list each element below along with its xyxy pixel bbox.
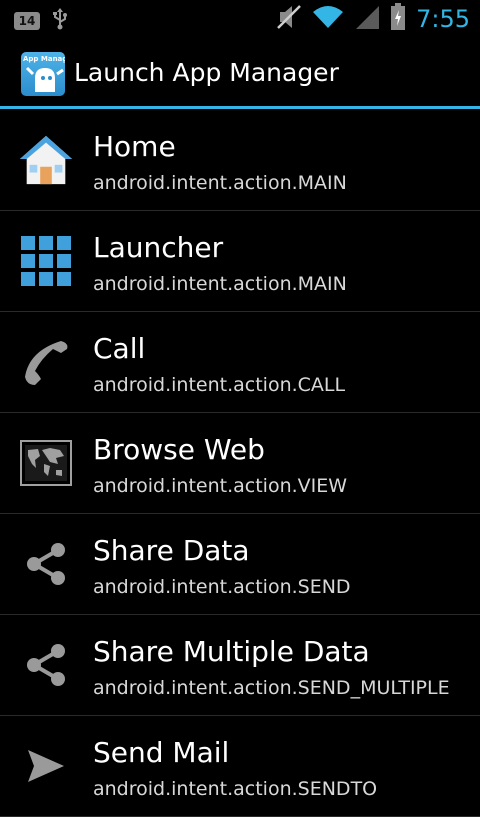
status-clock: 7:55 [416,5,470,33]
item-title: Home [93,130,176,163]
item-title: Launcher [93,231,224,264]
item-action: android.intent.action.MAIN [93,172,347,194]
action-bar-divider [0,106,480,109]
home-icon [18,132,74,188]
status-bar-left: 14 [14,8,68,34]
item-title: Call [93,332,146,365]
list-item-send-mail[interactable]: Send Mail android.intent.action.SENDTO [0,716,480,817]
share-icon [18,536,74,592]
battery-icon [390,3,406,35]
list-item-browse-web[interactable]: Browse Web android.intent.action.VIEW [0,413,480,514]
item-title: Share Multiple Data [93,635,370,668]
item-title: Share Data [93,534,250,567]
launcher-grid-icon [18,233,74,289]
signal-icon [354,4,380,34]
item-title: Browse Web [93,433,265,466]
item-action: android.intent.action.SEND [93,576,351,598]
intent-list: Home android.intent.action.MAIN Launcher… [0,110,480,817]
mute-icon [276,4,302,34]
world-map-icon [18,435,74,491]
item-action: android.intent.action.VIEW [93,475,348,497]
item-title: Send Mail [93,736,230,769]
item-action: android.intent.action.MAIN [93,273,347,295]
item-action: android.intent.action.CALL [93,374,346,396]
send-icon [18,738,74,794]
page-title: Launch App Manager [74,58,339,87]
item-action: android.intent.action.SENDTO [93,778,378,800]
phone-icon [18,334,74,390]
list-item-home[interactable]: Home android.intent.action.MAIN [0,110,480,211]
wifi-icon [312,4,344,34]
list-item-share-multiple-data[interactable]: Share Multiple Data android.intent.actio… [0,615,480,716]
notification-count-badge: 14 [14,12,40,30]
list-item-launcher[interactable]: Launcher android.intent.action.MAIN [0,211,480,312]
share-icon [18,637,74,693]
app-manager-logo[interactable]: App Manager [21,52,65,96]
list-item-share-data[interactable]: Share Data android.intent.action.SEND [0,514,480,615]
status-bar: 14 7:55 [0,0,480,38]
list-item-call[interactable]: Call android.intent.action.CALL [0,312,480,413]
status-bar-right: 7:55 [276,3,470,35]
usb-icon [52,8,68,34]
item-action: android.intent.action.SEND_MULTIPLE [93,677,450,699]
action-bar: App Manager Launch App Manager [0,38,480,108]
